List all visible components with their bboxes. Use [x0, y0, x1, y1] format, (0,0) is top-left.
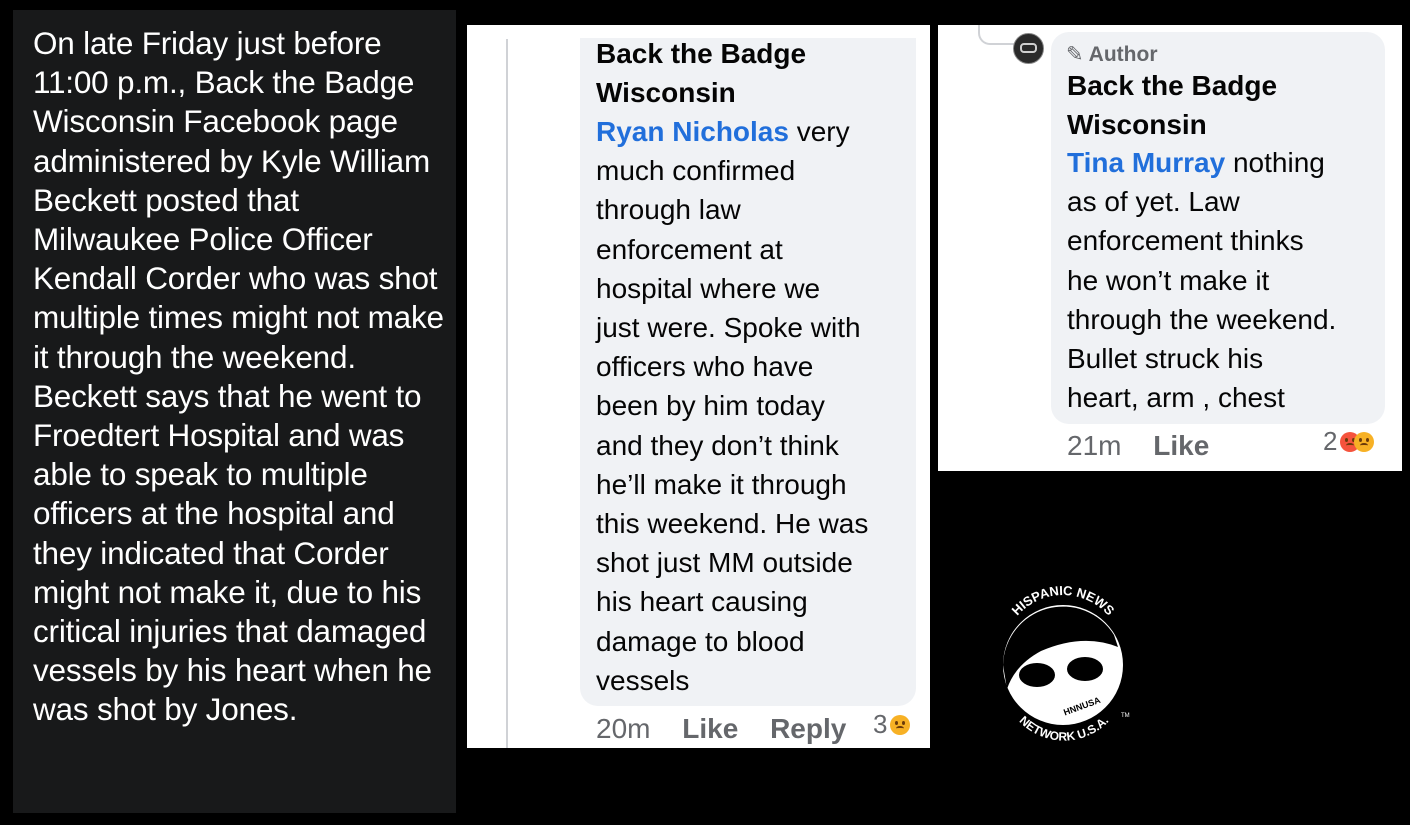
comment-author[interactable]: Back the Badge Wisconsin [596, 34, 806, 112]
comment-text-line: much confirmed [596, 155, 796, 187]
comment-text-line: shot just MM outside [596, 547, 853, 579]
like-button[interactable]: Like [682, 713, 738, 744]
comment-text-line: his heart causing [596, 586, 808, 618]
comment-text-line: heart, arm , chest [1067, 382, 1285, 414]
author-name-line1[interactable]: Back the Badge [596, 34, 806, 73]
logo-eye-left [1019, 663, 1055, 687]
reply-thread-connector [978, 25, 1016, 45]
reaction-summary[interactable]: 2 [1323, 426, 1375, 457]
comment-text-line: as of yet. Law [1067, 186, 1240, 218]
pencil-icon: ✎ [1066, 43, 1084, 66]
author-name-line1[interactable]: Back the Badge [1067, 66, 1277, 105]
comment-actions: 20m Like Reply [596, 713, 846, 745]
avatar[interactable] [1013, 33, 1044, 64]
author-badge: ✎ Author [1066, 42, 1158, 67]
author-name-line2[interactable]: Wisconsin [596, 73, 806, 112]
comment-text-line: hospital where we [596, 272, 821, 304]
comment-actions: 21m Like [1067, 430, 1209, 462]
post-text: On late Friday just before 11:00 p.m., B… [33, 25, 444, 728]
comment-text-line: enforcement thinks [1067, 225, 1304, 257]
comment-text-line: nothing [1225, 147, 1325, 178]
comment-author[interactable]: Back the Badge Wisconsin [1067, 66, 1277, 144]
mention-link[interactable]: Tina Murray [1067, 147, 1225, 178]
author-name-line2[interactable]: Wisconsin [1067, 105, 1277, 144]
logo-eye-right [1067, 657, 1103, 681]
comment-text-line: this weekend. He was [596, 508, 869, 540]
reaction-summary[interactable]: 3 [873, 709, 911, 740]
sad-reaction-icon [1354, 431, 1375, 452]
comment-text-line: through law [596, 194, 741, 226]
comment-text-line: he won’t make it [1067, 264, 1270, 296]
reaction-count: 3 [873, 709, 888, 739]
reply-button[interactable]: Reply [770, 713, 846, 744]
comment-body: Ryan Nicholas very much confirmed through… [596, 112, 916, 700]
comment-body: Tina Murray nothing as of yet. Law enforc… [1067, 143, 1385, 417]
logo-graphic: HISPANIC NEWS HNNUSA NETWORK U.S.A. TM [1003, 583, 1130, 744]
comment-text-line: vessels [596, 664, 690, 696]
comment-text-line: damage to blood [596, 625, 805, 657]
comment-text-line: been by him today [596, 390, 825, 422]
comment-text-line: Bullet struck his [1067, 343, 1264, 375]
comment-text-line: through the weekend. [1067, 303, 1337, 335]
comment-timestamp[interactable]: 21m [1067, 430, 1121, 461]
like-button[interactable]: Like [1153, 430, 1209, 461]
post-text-panel: On late Friday just before 11:00 p.m., B… [13, 10, 456, 813]
comment-text-line: enforcement at [596, 233, 783, 265]
comment-text-line: and they don’t think [596, 429, 839, 461]
comment-text-line: very [788, 116, 850, 147]
comment-text-line: just were. Spoke with [596, 312, 861, 344]
comment-text-line: he’ll make it through [596, 468, 847, 500]
author-badge-label: Author [1088, 43, 1158, 66]
thread-line [506, 39, 508, 748]
comment-timestamp[interactable]: 20m [596, 713, 650, 744]
comment-card-2: ✎ Author Back the Badge Wisconsin Tina M… [938, 25, 1402, 471]
comment-text-line: officers who have [596, 351, 814, 383]
logo-tm: TM [1121, 713, 1130, 719]
hispanic-news-network-logo: HISPANIC NEWS HNNUSA NETWORK U.S.A. TM [993, 583, 1133, 745]
mention-link[interactable]: Ryan Nicholas [596, 116, 789, 147]
reaction-count: 2 [1323, 426, 1338, 456]
comment-card-1: Back the Badge Wisconsin Ryan Nicholas v… [467, 25, 930, 748]
sad-reaction-icon [890, 714, 911, 735]
